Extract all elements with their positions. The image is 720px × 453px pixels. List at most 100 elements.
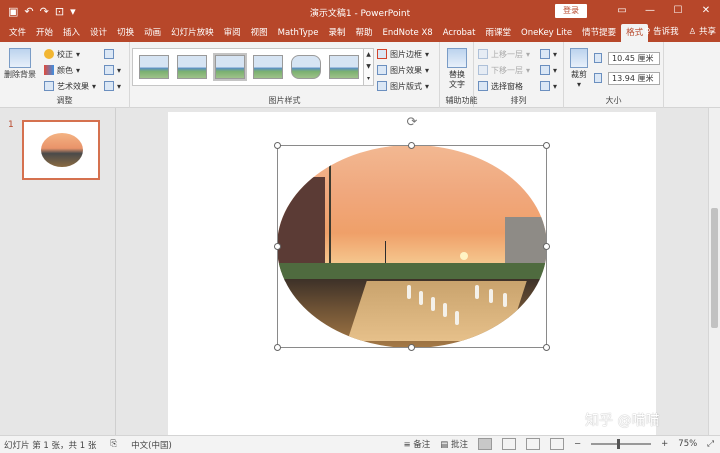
alt-text-icon (447, 48, 467, 68)
chevron-down-icon: ▾ (526, 49, 531, 59)
tab-animations[interactable]: 动画 (139, 24, 166, 42)
tab-mathtype[interactable]: MathType (273, 24, 324, 42)
width-input[interactable]: 13.94 厘米 (608, 72, 660, 85)
tab-file[interactable]: 文件 (4, 24, 31, 42)
picture-style-option[interactable] (291, 55, 321, 79)
compress-pictures-button[interactable] (104, 47, 114, 61)
zoom-out-icon[interactable]: − (574, 439, 581, 449)
gallery-more-icon[interactable]: ▾ (367, 75, 370, 82)
redo-icon[interactable]: ↷ (40, 6, 49, 17)
crop-button[interactable]: 裁剪 ▾ (566, 48, 592, 90)
fit-to-window-icon[interactable]: ⤢ (707, 439, 714, 449)
close-icon[interactable]: ✕ (692, 0, 720, 22)
height-icon (594, 53, 602, 63)
normal-view-button[interactable] (478, 438, 493, 450)
gallery-scroll[interactable]: ▲ ▼ ▾ (364, 48, 374, 86)
tab-help[interactable]: 帮助 (350, 24, 377, 42)
ribbon-display-icon[interactable]: ▭ (608, 0, 636, 22)
picture-style-option[interactable] (213, 53, 247, 81)
artistic-effects-button[interactable]: 艺术效果 ▾ (44, 79, 96, 93)
tab-review[interactable]: 审阅 (219, 24, 246, 42)
send-backward-button[interactable]: 下移一层 ▾ (478, 63, 530, 77)
resize-handle-se[interactable] (543, 344, 550, 351)
rotate-handle-icon[interactable]: ⟳ (405, 116, 419, 130)
tab-view[interactable]: 视图 (246, 24, 273, 42)
group-objects-button[interactable]: ▾ (540, 63, 557, 77)
chevron-down-icon: ▾ (526, 65, 531, 75)
resize-handle-nw[interactable] (274, 142, 281, 149)
corrections-button[interactable]: 校正 ▾ (44, 47, 80, 61)
picture-style-option[interactable] (253, 55, 283, 79)
group-label-arrange: 排列 (510, 96, 527, 105)
tab-storyboard[interactable]: 情节提要 (577, 24, 621, 42)
resize-handle-w[interactable] (274, 243, 281, 250)
tell-me[interactable]: ♀ 告诉我 (644, 24, 678, 40)
slide-sorter-view-button[interactable] (502, 438, 517, 450)
bring-forward-button[interactable]: 上移一层 ▾ (478, 47, 530, 61)
maximize-icon[interactable]: ☐ (664, 0, 692, 22)
tab-insert[interactable]: 插入 (58, 24, 85, 42)
scrollbar-thumb[interactable] (711, 208, 718, 328)
alt-text-button[interactable]: 替换 文字 (442, 48, 472, 90)
start-from-beginning-icon[interactable]: ⊡ (55, 6, 64, 17)
scroll-up-icon[interactable]: ▲ (366, 51, 371, 58)
picture-effects-icon (377, 65, 387, 75)
change-picture-button[interactable]: ▾ (104, 63, 121, 77)
ribbon-tabs: 文件 开始 插入 设计 切换 动画 幻灯片放映 审阅 视图 MathType 录… (0, 22, 720, 42)
zoom-level[interactable]: 75% (678, 439, 697, 449)
tab-slideshow[interactable]: 幻灯片放映 (166, 24, 219, 42)
tab-acrobat[interactable]: Acrobat (438, 24, 481, 42)
comments-button[interactable]: ▤ 批注 (440, 438, 468, 450)
reset-picture-button[interactable]: ▾ (104, 79, 121, 93)
zoom-in-icon[interactable]: + (661, 439, 668, 449)
resize-handle-s[interactable] (408, 344, 415, 351)
picture-style-option[interactable] (177, 55, 207, 79)
login-button[interactable]: 登录 (555, 4, 587, 18)
align-button[interactable]: ▾ (540, 47, 557, 61)
picture-layout-button[interactable]: 图片版式 ▾ (377, 79, 429, 93)
quick-access-toolbar: ▣ ↶ ↷ ⊡ ▾ (0, 6, 76, 17)
resize-handle-sw[interactable] (274, 344, 281, 351)
color-icon (44, 65, 54, 75)
tab-rain-classroom[interactable]: 雨课堂 (480, 24, 516, 42)
save-icon[interactable]: ▣ (8, 6, 18, 17)
tab-home[interactable]: 开始 (31, 24, 58, 42)
slide-thumbnail[interactable] (22, 120, 100, 180)
tab-endnote[interactable]: EndNote X8 (377, 24, 437, 42)
share-button[interactable]: ♙ 共享 (689, 24, 716, 40)
undo-icon[interactable]: ↶ (24, 6, 33, 17)
selection-pane-button[interactable]: 选择窗格 (478, 79, 523, 93)
tab-design[interactable]: 设计 (85, 24, 112, 42)
picture-border-button[interactable]: 图片边框 ▾ (377, 47, 429, 61)
thumbnail-picture (41, 133, 83, 167)
picture-style-option[interactable] (329, 55, 359, 79)
spelling-icon[interactable]: ⎘ (110, 439, 117, 451)
zoom-slider-knob[interactable] (617, 439, 621, 449)
minimize-icon[interactable]: — (636, 0, 664, 22)
resize-handle-e[interactable] (543, 243, 550, 250)
scroll-down-icon[interactable]: ▼ (366, 63, 371, 70)
height-input[interactable]: 10.45 厘米 (608, 52, 660, 65)
picture-style-option[interactable] (139, 55, 169, 79)
rotate-objects-button[interactable]: ▾ (540, 79, 557, 93)
customize-qat-icon[interactable]: ▾ (70, 6, 76, 17)
tab-onekey[interactable]: OneKey Lite (516, 24, 577, 42)
picture-styles-gallery (132, 48, 364, 86)
reading-view-button[interactable] (526, 438, 541, 450)
remove-background-button[interactable]: 删除背景 (2, 48, 38, 80)
color-button[interactable]: 颜色 ▾ (44, 63, 80, 77)
send-backward-icon (478, 65, 488, 75)
vertical-scrollbar[interactable] (708, 108, 720, 435)
slideshow-view-button[interactable] (550, 438, 565, 450)
tab-record[interactable]: 录制 (323, 24, 350, 42)
notes-button[interactable]: ≡ 备注 (403, 438, 430, 450)
chevron-down-icon: ▾ (576, 80, 581, 89)
remove-background-icon (9, 48, 31, 68)
resize-handle-ne[interactable] (543, 142, 550, 149)
tab-right-area: ♀ 告诉我 ♙ 共享 (644, 24, 716, 40)
resize-handle-n[interactable] (408, 142, 415, 149)
picture-effects-button[interactable]: 图片效果 ▾ (377, 63, 429, 77)
language-indicator[interactable]: 中文(中国) (131, 439, 172, 451)
zoom-slider[interactable] (591, 439, 652, 449)
tab-transitions[interactable]: 切换 (112, 24, 139, 42)
